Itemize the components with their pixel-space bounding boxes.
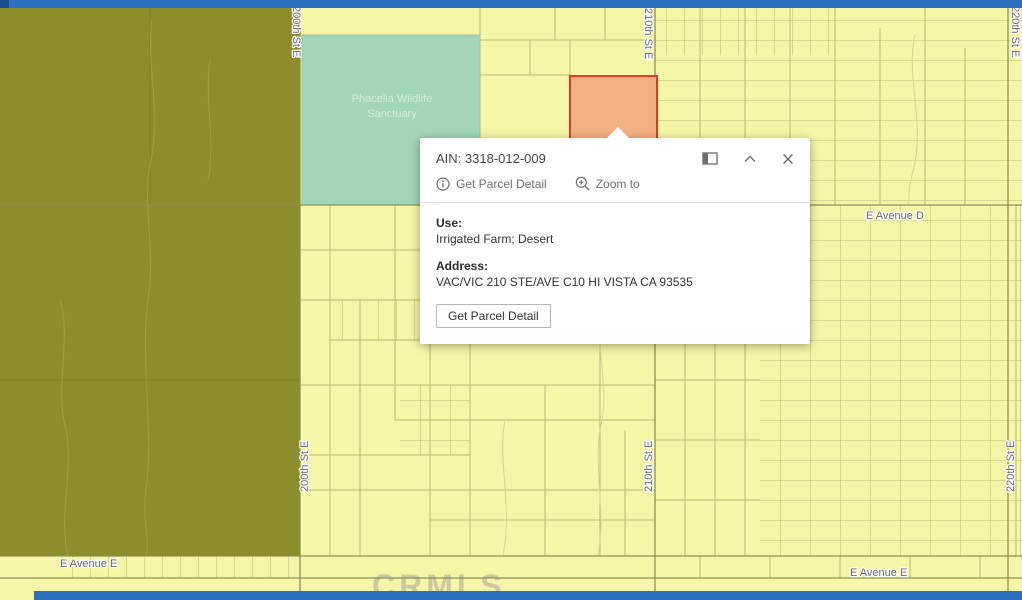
info-icon bbox=[436, 177, 450, 191]
popup-pointer bbox=[607, 127, 629, 138]
street-label-210th-mid: 210th St E bbox=[643, 441, 655, 492]
zoom-to-action-label: Zoom to bbox=[596, 177, 640, 191]
address-field-label: Address: bbox=[436, 259, 794, 273]
avenue-e-label-right: E Avenue E bbox=[850, 567, 907, 579]
avenue-e-label: E Avenue E bbox=[60, 558, 117, 570]
top-bar-dark-corner bbox=[0, 0, 9, 8]
dock-window-button[interactable] bbox=[702, 152, 718, 165]
top-blue-bar bbox=[0, 0, 1022, 8]
close-button[interactable] bbox=[782, 153, 794, 165]
parcel-map-screen: CRMLS 200th St E 210th St E 220th St E 2… bbox=[0, 0, 1022, 600]
use-field-label: Use: bbox=[436, 216, 794, 230]
get-parcel-detail-action[interactable]: Get Parcel Detail bbox=[436, 177, 547, 191]
street-label-200th-top: 200th St E bbox=[290, 6, 302, 57]
use-field-value: Irrigated Farm; Desert bbox=[436, 232, 794, 246]
chevron-up-icon bbox=[744, 155, 756, 163]
zoom-to-action[interactable]: Zoom to bbox=[575, 176, 640, 191]
close-icon bbox=[782, 153, 794, 165]
popup-header: AIN: 3318-012-009 bbox=[420, 138, 810, 174]
popup-title: AIN: 3318-012-009 bbox=[436, 151, 546, 166]
street-label-210th-top: 210th St E bbox=[642, 8, 654, 59]
street-label-200th-mid: 200th St E bbox=[299, 441, 311, 492]
parcel-popup: AIN: 3318-012-009 bbox=[420, 138, 810, 344]
address-field-value: VAC/VIC 210 STE/AVE C10 HI VISTA CA 9353… bbox=[436, 275, 794, 289]
address-field: Address: VAC/VIC 210 STE/AVE C10 HI VIST… bbox=[436, 259, 794, 289]
get-parcel-detail-action-label: Get Parcel Detail bbox=[456, 177, 547, 191]
zoom-in-icon bbox=[575, 176, 590, 191]
popup-controls bbox=[702, 152, 794, 165]
use-field: Use: Irrigated Farm; Desert bbox=[436, 216, 794, 246]
popup-actions: Get Parcel Detail Zoom to bbox=[420, 174, 810, 202]
get-parcel-detail-button[interactable]: Get Parcel Detail bbox=[436, 304, 551, 328]
street-label-220th-top: 220th St E bbox=[1009, 6, 1021, 57]
bottom-blue-bar bbox=[34, 591, 1022, 600]
dock-icon bbox=[702, 152, 718, 165]
avenue-d-label: E Avenue D bbox=[866, 210, 924, 222]
street-label-220th-right: 220th St E bbox=[1005, 441, 1017, 492]
collapse-button[interactable] bbox=[744, 155, 756, 163]
popup-body: Use: Irrigated Farm; Desert Address: VAC… bbox=[420, 203, 810, 344]
